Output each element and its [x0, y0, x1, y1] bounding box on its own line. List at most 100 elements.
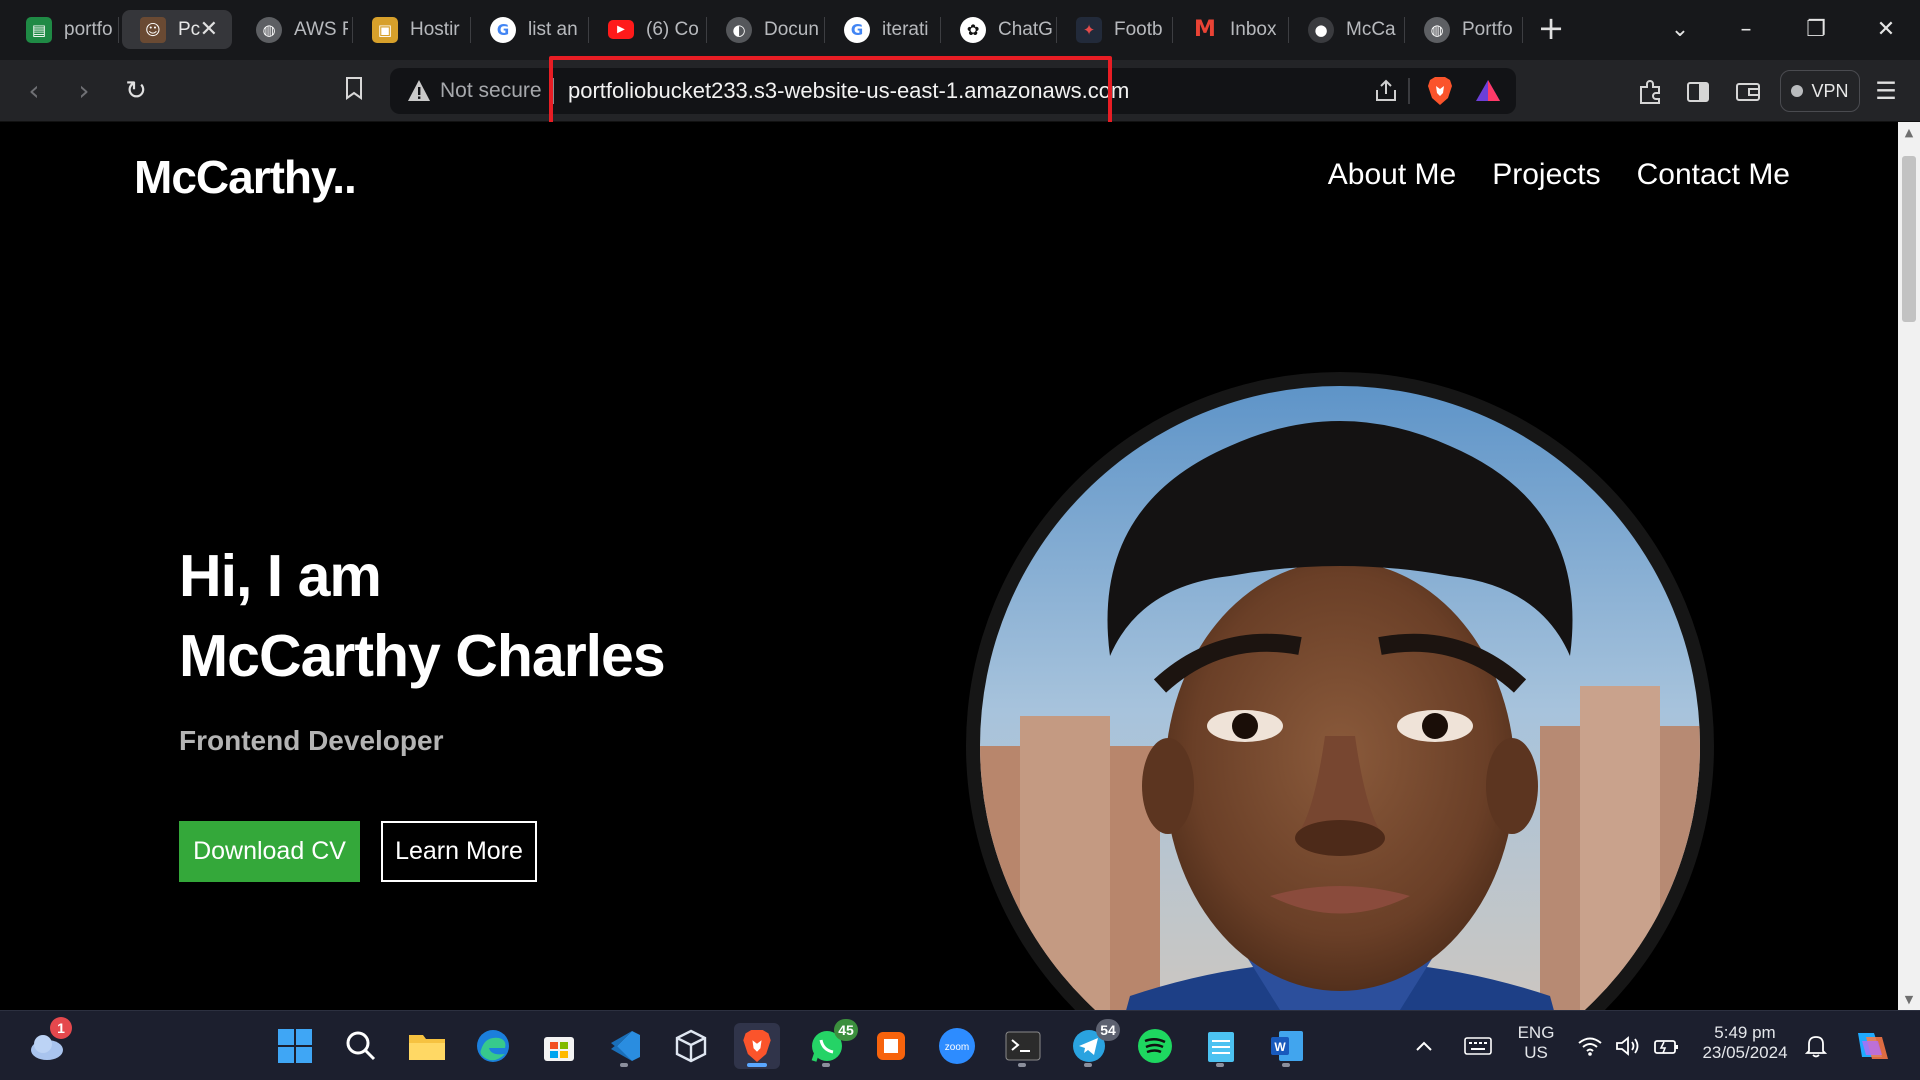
tab-title: Docun	[764, 18, 819, 40]
close-window-icon[interactable]: ✕	[1866, 10, 1906, 50]
docs-icon: ◐	[726, 16, 752, 43]
vpn-button[interactable]: VPN	[1780, 70, 1860, 112]
google-icon: G	[490, 16, 516, 43]
clock[interactable]: 5:49 pm 23/05/2024	[1690, 1023, 1800, 1063]
tab-football[interactable]: ✦ Footb	[1058, 10, 1170, 49]
terminal-button[interactable]	[1000, 1023, 1046, 1069]
edge-button[interactable]	[470, 1023, 516, 1069]
show-hidden-icons-chevron-up-icon[interactable]	[1406, 1023, 1442, 1069]
office-button[interactable]	[868, 1023, 914, 1069]
github-icon: ●	[1308, 16, 1334, 43]
whatsapp-button[interactable]: 45	[804, 1019, 858, 1069]
restore-icon[interactable]: ❐	[1796, 10, 1836, 50]
spotify-button[interactable]	[1132, 1023, 1178, 1069]
copilot-icon[interactable]	[1848, 1023, 1894, 1069]
learn-more-button[interactable]: Learn More	[381, 821, 537, 882]
football-icon: ✦	[1076, 16, 1102, 43]
scroll-up-icon[interactable]: ▲	[1903, 126, 1915, 139]
battery-icon[interactable]	[1648, 1023, 1684, 1069]
search-icon	[346, 1031, 376, 1061]
site-logo[interactable]: McCarthy..	[134, 150, 357, 204]
tab-portfolio-active[interactable]: ☺ Pc ✕	[122, 10, 232, 49]
wifi-icon[interactable]	[1572, 1023, 1608, 1069]
tab-title: Hostir	[410, 18, 460, 40]
language-code: ENG	[1517, 1023, 1555, 1042]
start-icon	[278, 1029, 312, 1063]
tab-title: portfo	[64, 18, 113, 40]
tab-google-iteration[interactable]: G iterati	[826, 10, 940, 49]
menu-icon[interactable]: ☰	[1866, 72, 1906, 112]
tab-github[interactable]: ● McCa	[1290, 10, 1402, 49]
word-button[interactable]: W	[1264, 1023, 1310, 1069]
tab-portfolio-site[interactable]: ◍ Portfo	[1406, 10, 1522, 49]
youtube-icon: ▶	[608, 20, 634, 39]
profile-photo-icon: ☺	[140, 16, 166, 43]
bookmark-icon	[346, 77, 362, 100]
keyboard-icon[interactable]	[1458, 1023, 1498, 1069]
notification-bell-icon[interactable]	[1798, 1023, 1834, 1069]
reload-icon[interactable]: ↻	[116, 72, 156, 112]
file-explorer-button[interactable]	[404, 1023, 450, 1069]
hero-role: Frontend Developer	[179, 725, 444, 756]
scroll-down-icon[interactable]: ▼	[1903, 993, 1915, 1006]
tab-google-list[interactable]: G list an	[472, 10, 584, 49]
microsoft-store-icon	[544, 1037, 574, 1061]
security-status[interactable]: Not secure	[440, 79, 542, 103]
vpn-label: VPN	[1811, 80, 1849, 101]
vpn-status-icon	[1791, 85, 1804, 97]
tab-title: Portfo	[1462, 18, 1513, 40]
nav-link-about[interactable]: About Me	[1328, 158, 1456, 192]
scrollbar-thumb[interactable]	[1902, 156, 1916, 322]
search-button[interactable]	[338, 1023, 384, 1069]
word-icon: W	[1271, 1031, 1303, 1061]
store-button[interactable]	[536, 1023, 582, 1069]
globe-icon: ◍	[1424, 16, 1450, 43]
bookmark-button[interactable]	[334, 72, 374, 112]
clock-time: 5:49 pm	[1714, 1023, 1776, 1042]
nav-link-projects[interactable]: Projects	[1492, 158, 1600, 192]
brave-rewards-icon[interactable]	[1468, 71, 1508, 111]
forward-button[interactable]: ›	[64, 72, 104, 112]
close-tab-icon[interactable]: ✕	[200, 17, 218, 42]
hero-greeting: Hi, I am	[179, 543, 382, 609]
globe-icon: ◍	[256, 16, 282, 43]
zoom-button[interactable]: zoom	[934, 1023, 980, 1069]
tab-search-chevron-down-icon[interactable]: ⌄	[1660, 10, 1700, 50]
tab-chatgpt[interactable]: ✿ ChatG	[942, 10, 1054, 49]
back-button[interactable]: ‹	[14, 72, 54, 112]
virtualbox-button[interactable]	[668, 1023, 714, 1069]
wallet-icon[interactable]	[1728, 72, 1768, 112]
tab-hosting[interactable]: ▣ Hostir	[354, 10, 466, 49]
tab-gmail-inbox[interactable]: M Inbox	[1174, 10, 1286, 49]
new-tab-button[interactable]: +	[1532, 10, 1570, 48]
start-button[interactable]	[272, 1023, 318, 1069]
tab-youtube[interactable]: ▶ (6) Co	[590, 10, 706, 49]
weather-widget[interactable]: 1	[24, 1017, 72, 1069]
telegram-button[interactable]: 54	[1066, 1019, 1120, 1069]
tab-aws[interactable]: ◍ AWS F	[238, 10, 348, 49]
brave-shields-icon[interactable]	[1420, 71, 1460, 111]
minimize-icon[interactable]: –	[1726, 10, 1766, 50]
download-cv-button[interactable]: Download CV	[179, 821, 360, 882]
brave-icon	[743, 1030, 771, 1062]
virtualbox-icon	[675, 1029, 707, 1063]
hero-name: McCarthy Charles	[179, 623, 666, 689]
share-icon[interactable]	[1366, 71, 1406, 111]
language-indicator[interactable]: ENG US	[1508, 1023, 1564, 1063]
portrait-image	[980, 386, 1700, 1010]
svg-text:zoom: zoom	[945, 1042, 969, 1053]
sidebar-toggle-icon[interactable]	[1678, 72, 1718, 112]
tab-portfolio-sheet[interactable]: ▤ portfo	[8, 10, 116, 49]
notepad-button[interactable]	[1198, 1023, 1244, 1069]
vscode-button[interactable]	[602, 1023, 648, 1069]
tab-title: ChatG	[998, 18, 1053, 40]
extensions-icon[interactable]	[1630, 72, 1670, 112]
volume-icon[interactable]	[1610, 1023, 1646, 1069]
brave-button[interactable]	[734, 1023, 780, 1069]
nav-link-contact[interactable]: Contact Me	[1637, 158, 1790, 192]
page-scrollbar[interactable]: ▲ ▼	[1898, 122, 1920, 1010]
url-highlight-box	[549, 56, 1112, 132]
google-icon: G	[844, 16, 870, 43]
notepad-icon	[1208, 1032, 1234, 1062]
tab-documentation[interactable]: ◐ Docun	[708, 10, 824, 49]
